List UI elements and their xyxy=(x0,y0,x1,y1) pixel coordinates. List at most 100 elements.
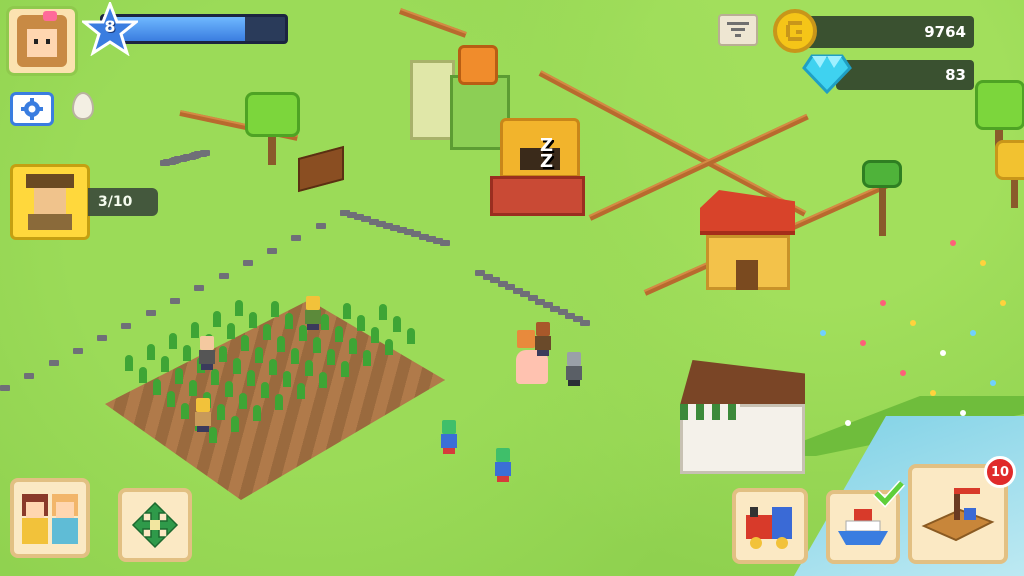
path-stone xyxy=(315,222,326,229)
harbor-shop-building[interactable] xyxy=(670,360,810,480)
clown-character[interactable] xyxy=(440,420,458,454)
farmer-character[interactable] xyxy=(198,336,216,370)
groom-character[interactable] xyxy=(534,322,552,356)
sleeping-indicator: ZZ xyxy=(540,135,554,172)
crop-plant[interactable] xyxy=(249,312,257,328)
flower xyxy=(960,410,966,416)
crop-plant[interactable] xyxy=(291,348,299,364)
tree[interactable] xyxy=(245,92,300,167)
move-arrows-icon xyxy=(131,501,179,549)
crop-plant[interactable] xyxy=(283,371,291,387)
path-stone xyxy=(580,320,590,326)
flower xyxy=(860,340,866,346)
crop-plant[interactable] xyxy=(227,323,235,339)
coin-balance: 9764 xyxy=(806,16,974,48)
path-stone xyxy=(194,285,205,291)
farmer-character[interactable] xyxy=(304,296,322,330)
flower xyxy=(880,300,886,306)
build-move-button[interactable] xyxy=(118,488,192,562)
crop-plant[interactable] xyxy=(125,355,133,371)
crop-plant[interactable] xyxy=(327,349,335,365)
egg-button[interactable] xyxy=(66,88,100,124)
check-icon xyxy=(872,478,906,508)
crop-plant[interactable] xyxy=(235,300,243,316)
crop-plant[interactable] xyxy=(261,382,269,398)
crop-plant[interactable] xyxy=(335,326,343,342)
tree[interactable] xyxy=(995,140,1024,210)
notification-badge: 10 xyxy=(984,456,1016,488)
crop-plant[interactable] xyxy=(147,344,155,360)
crop-plant[interactable] xyxy=(181,403,189,419)
path-stone xyxy=(145,310,156,316)
settings-button[interactable] xyxy=(10,92,54,126)
crop-plant[interactable] xyxy=(161,356,169,372)
crop-plant[interactable] xyxy=(277,336,285,352)
crop-plant[interactable] xyxy=(393,316,401,332)
path-stone xyxy=(24,372,35,379)
crop-plant[interactable] xyxy=(253,405,261,421)
farmer-character[interactable] xyxy=(194,398,212,432)
crop-plant[interactable] xyxy=(255,347,263,363)
crop-plant[interactable] xyxy=(217,404,225,420)
crop-plant[interactable] xyxy=(321,314,329,330)
crop-plant[interactable] xyxy=(313,337,321,353)
friends-button[interactable] xyxy=(10,478,90,558)
robot-character[interactable] xyxy=(565,352,583,386)
friends-icon xyxy=(22,494,78,544)
path-stone xyxy=(170,297,180,304)
visitor-portrait-button[interactable] xyxy=(10,164,90,240)
crop-plant[interactable] xyxy=(349,338,357,354)
path-stone xyxy=(218,272,229,279)
player-avatar-button[interactable] xyxy=(6,6,78,76)
crop-plant[interactable] xyxy=(357,315,365,331)
flower xyxy=(990,380,996,386)
crop-plant[interactable] xyxy=(239,393,247,409)
park-bench[interactable] xyxy=(298,145,344,193)
crop-plant[interactable] xyxy=(167,391,175,407)
filter-button[interactable] xyxy=(718,14,758,46)
path-stone xyxy=(291,235,302,241)
path-stone xyxy=(121,322,132,329)
crop-plant[interactable] xyxy=(233,358,241,374)
train-button[interactable] xyxy=(732,488,808,564)
crop-plant[interactable] xyxy=(231,416,239,432)
crop-plant[interactable] xyxy=(183,345,191,361)
crop-plant[interactable] xyxy=(263,324,271,340)
clown-character[interactable] xyxy=(494,448,512,482)
crop-plant[interactable] xyxy=(341,361,349,377)
crop-plant[interactable] xyxy=(385,339,393,355)
crop-plant[interactable] xyxy=(175,368,183,384)
crop-plant[interactable] xyxy=(305,360,313,376)
flower xyxy=(910,320,916,326)
crop-plant[interactable] xyxy=(271,301,279,317)
crop-plant[interactable] xyxy=(363,350,371,366)
crop-plant[interactable] xyxy=(379,304,387,320)
crop-plant[interactable] xyxy=(275,394,283,410)
level-star-badge: 8 xyxy=(79,0,141,57)
flower xyxy=(950,240,956,246)
crop-plant[interactable] xyxy=(153,379,161,395)
crop-plant[interactable] xyxy=(319,372,327,388)
crop-plant[interactable] xyxy=(225,381,233,397)
crop-plant[interactable] xyxy=(247,370,255,386)
crop-plant[interactable] xyxy=(269,359,277,375)
beehive-house-building[interactable] xyxy=(700,190,795,300)
path-stone xyxy=(0,385,10,391)
crop-plant[interactable] xyxy=(407,328,415,344)
palm-tree[interactable] xyxy=(862,160,902,240)
path-stone xyxy=(267,247,278,254)
flower xyxy=(845,420,851,426)
crop-plant[interactable] xyxy=(219,346,227,362)
crop-plant[interactable] xyxy=(211,369,219,385)
crop-plant[interactable] xyxy=(213,311,221,327)
crop-plant[interactable] xyxy=(169,333,177,349)
flower xyxy=(1000,300,1006,306)
crop-plant[interactable] xyxy=(343,303,351,319)
crop-plant[interactable] xyxy=(371,327,379,343)
crop-plant[interactable] xyxy=(297,383,305,399)
flower xyxy=(930,390,936,396)
crop-plant[interactable] xyxy=(285,313,293,329)
crop-plant[interactable] xyxy=(139,367,147,383)
crop-plant[interactable] xyxy=(189,380,197,396)
crop-plant[interactable] xyxy=(241,335,249,351)
